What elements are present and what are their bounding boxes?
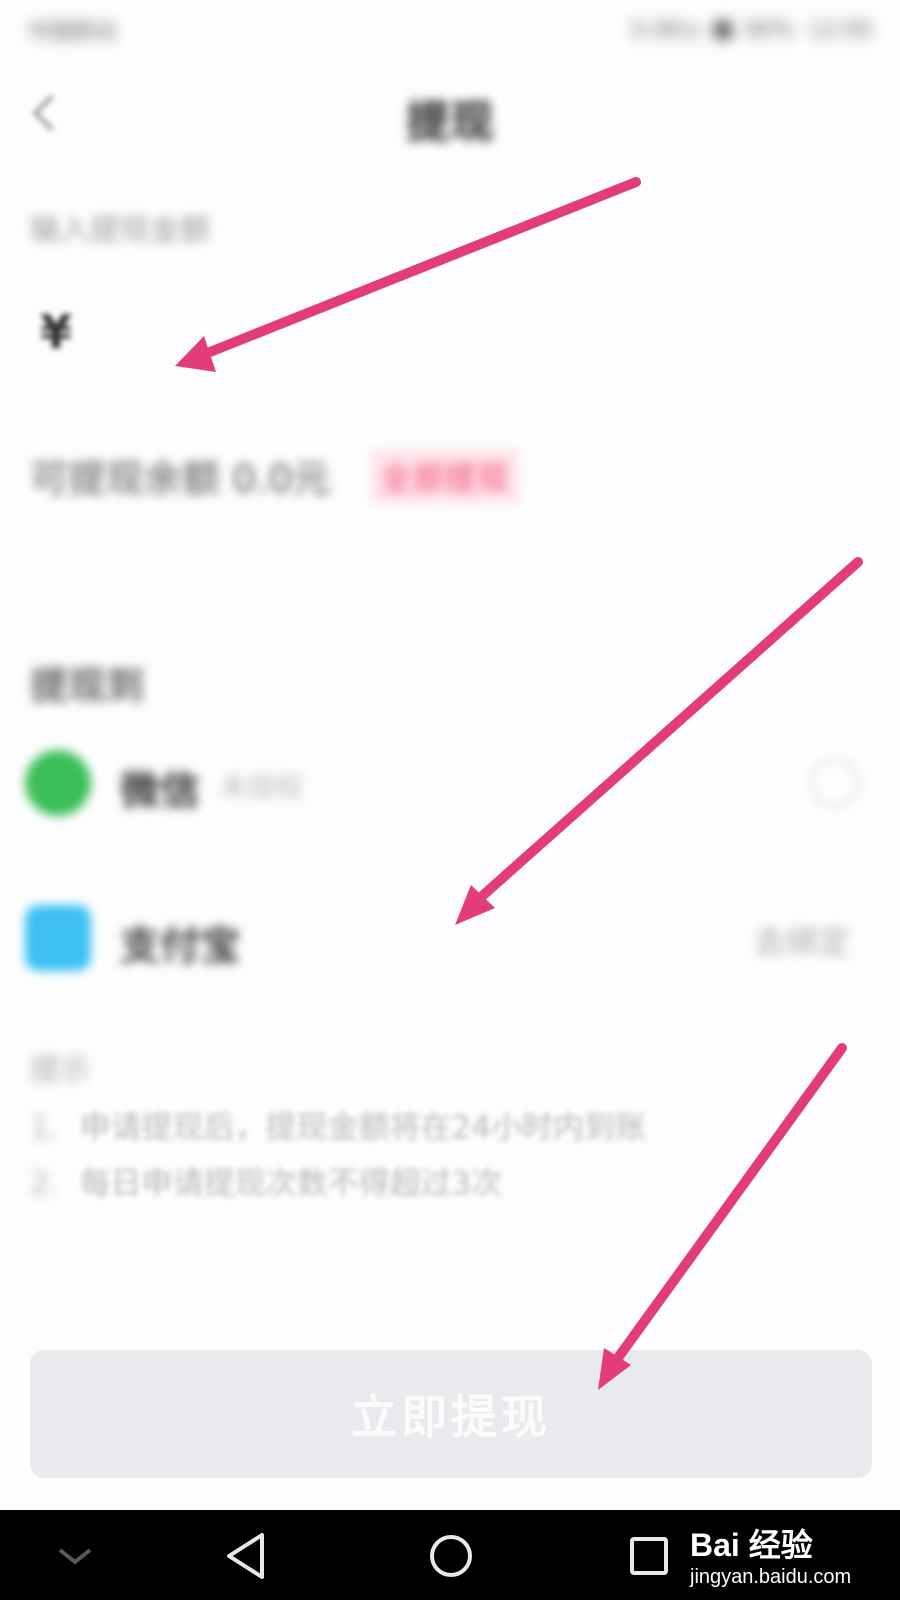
watermark-brand: Bai 经验: [690, 1527, 813, 1563]
watermark-url: jingyan.baidu.com: [690, 1566, 852, 1588]
home-icon[interactable]: [406, 1510, 496, 1600]
back-icon[interactable]: [204, 1510, 294, 1600]
annotation-arrows: [175, 177, 863, 1390]
chevron-down-icon[interactable]: [30, 1510, 120, 1600]
arrow-to-submit: [598, 1043, 847, 1390]
arrow-to-methods: [455, 557, 863, 925]
recent-apps-icon[interactable]: [604, 1510, 694, 1600]
arrow-to-amount: [175, 177, 641, 372]
baidu-jingyan-watermark: Bai 经验 jingyan.baidu.com: [690, 1508, 890, 1600]
